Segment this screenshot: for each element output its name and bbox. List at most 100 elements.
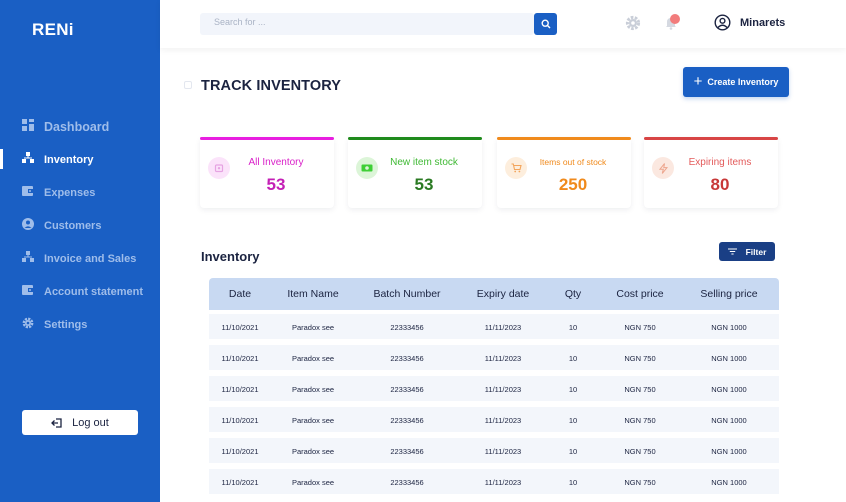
column-header-batch-number[interactable]: Batch Number <box>373 288 440 300</box>
search-box <box>200 13 534 35</box>
title-checkbox <box>184 81 192 89</box>
stat-card-expiring: Expiring items 80 <box>644 137 778 208</box>
table-header: Date Item Name Batch Number Expiry date … <box>209 278 779 310</box>
cell-cost-price: NGN 750 <box>624 385 656 394</box>
top-bar: Minarets <box>160 0 846 48</box>
search-icon <box>540 19 550 29</box>
sidebar-item-label: Inventory <box>44 154 94 166</box>
create-inventory-label: Create Inventory <box>707 77 779 87</box>
column-header-date[interactable]: Date <box>229 288 251 300</box>
cell-selling-price: NGN 1000 <box>711 478 747 487</box>
table-row[interactable]: 11/10/2021 Paradox see 22333456 11/11/2023 1… <box>209 345 779 370</box>
cell-date: 11/10/2021 <box>221 416 259 425</box>
sidebar-item-inventory[interactable]: Inventory <box>0 147 160 173</box>
invoice-icon <box>22 251 34 262</box>
cell-batch-number: 22333456 <box>390 354 424 363</box>
table-row[interactable]: 11/10/2021 Paradox see 22333456 11/11/2023 1… <box>209 438 779 463</box>
cell-qty: 10 <box>568 354 578 363</box>
cell-qty: 10 <box>568 323 578 332</box>
inventory-icon <box>22 152 34 163</box>
cell-expiry-date: 11/11/2023 <box>484 478 522 487</box>
column-header-expiry-date[interactable]: Expiry date <box>477 288 530 300</box>
filter-label: Filter <box>745 246 767 257</box>
cell-selling-price: NGN 1000 <box>711 416 747 425</box>
cell-selling-price: NGN 1000 <box>711 385 747 394</box>
wallet-icon <box>22 186 34 196</box>
card-accent-bar <box>644 137 778 140</box>
sidebar-item-label: Expenses <box>44 187 96 199</box>
cell-qty: 10 <box>568 385 578 394</box>
cell-expiry-date: 11/11/2023 <box>484 416 522 425</box>
column-header-qty[interactable]: Qty <box>565 288 581 300</box>
sidebar-item-expenses[interactable]: Expenses <box>0 180 160 206</box>
app-logo: RENi <box>32 20 74 39</box>
cell-date: 11/10/2021 <box>221 478 259 487</box>
gear-icon <box>22 317 34 329</box>
plus-icon: + <box>693 72 703 90</box>
cell-cost-price: NGN 750 <box>624 447 656 456</box>
sidebar-item-label: Dashboard <box>44 120 110 134</box>
cell-batch-number: 22333456 <box>390 447 424 456</box>
sidebar-item-customers[interactable]: Customers <box>0 213 160 239</box>
search-input[interactable] <box>214 17 514 27</box>
cell-cost-price: NGN 750 <box>624 416 656 425</box>
cell-date: 11/10/2021 <box>221 385 259 394</box>
cell-date: 11/10/2021 <box>221 323 259 332</box>
stat-card-all-inventory: All Inventory 53 <box>200 137 334 208</box>
logout-button[interactable]: Log out <box>22 410 138 435</box>
cell-cost-price: NGN 750 <box>624 354 656 363</box>
stat-value: 80 <box>710 175 730 194</box>
cell-cost-price: NGN 750 <box>624 323 656 332</box>
sidebar-item-label: Account statement <box>44 286 144 298</box>
settings-gear-icon[interactable] <box>625 15 641 31</box>
stat-value: 250 <box>558 175 588 194</box>
column-header-selling-price[interactable]: Selling price <box>700 288 757 300</box>
cell-item-name: Paradox see <box>291 447 335 456</box>
user-avatar-icon[interactable] <box>714 14 731 31</box>
cell-date: 11/10/2021 <box>221 447 259 456</box>
logout-label: Log out <box>72 416 109 429</box>
sidebar-item-label: Invoice and Sales <box>44 253 137 265</box>
table-row[interactable]: 11/10/2021 Paradox see 22333456 11/11/2023 1… <box>209 376 779 401</box>
sidebar-item-dashboard[interactable]: Dashboard <box>0 114 160 140</box>
dashboard-icon <box>22 119 34 131</box>
cell-item-name: Paradox see <box>291 416 335 425</box>
statement-icon <box>22 285 34 295</box>
card-accent-bar <box>200 137 334 140</box>
sidebar-item-settings[interactable]: Settings <box>0 312 160 338</box>
cell-qty: 10 <box>568 447 578 456</box>
stat-value: 53 <box>266 175 286 194</box>
notification-badge <box>670 14 680 24</box>
sidebar-item-label: Settings <box>44 319 88 331</box>
stat-label: New item stock <box>390 157 458 168</box>
column-header-item-name[interactable]: Item Name <box>287 288 338 300</box>
table-row[interactable]: 11/10/2021 Paradox see 22333456 11/11/2023 1… <box>209 314 779 339</box>
cell-expiry-date: 11/11/2023 <box>484 385 522 394</box>
cell-qty: 10 <box>568 478 578 487</box>
table-row[interactable]: 11/10/2021 Paradox see 22333456 11/11/2023 1… <box>209 407 779 432</box>
cell-batch-number: 22333456 <box>390 385 424 394</box>
cell-batch-number: 22333456 <box>390 416 424 425</box>
cell-selling-price: NGN 1000 <box>711 447 747 456</box>
search-button[interactable] <box>534 13 557 35</box>
cell-date: 11/10/2021 <box>221 354 259 363</box>
cell-cost-price: NGN 750 <box>624 478 656 487</box>
sidebar-item-invoice[interactable]: Invoice and Sales <box>0 246 160 272</box>
card-accent-bar <box>497 137 631 140</box>
user-icon <box>22 218 34 230</box>
cell-item-name: Paradox see <box>291 478 335 487</box>
column-header-cost-price[interactable]: Cost price <box>616 288 663 300</box>
table-row[interactable]: 11/10/2021 Paradox see 22333456 11/11/2023 1… <box>209 469 779 494</box>
filter-button[interactable]: Filter <box>719 242 775 261</box>
stat-label: Expiring items <box>688 157 752 168</box>
stat-label: All Inventory <box>248 157 304 168</box>
sidebar-item-account-statement[interactable]: Account statement <box>0 279 160 305</box>
cell-batch-number: 22333456 <box>390 323 424 332</box>
logout-icon <box>51 417 62 428</box>
user-name[interactable]: Minarets <box>740 17 785 29</box>
create-inventory-button[interactable]: + Create Inventory <box>683 67 789 97</box>
stat-value: 53 <box>414 175 434 194</box>
cell-qty: 10 <box>568 416 578 425</box>
stat-card-out-of-stock: Items out of stock 250 <box>497 137 631 208</box>
cell-selling-price: NGN 1000 <box>711 354 747 363</box>
